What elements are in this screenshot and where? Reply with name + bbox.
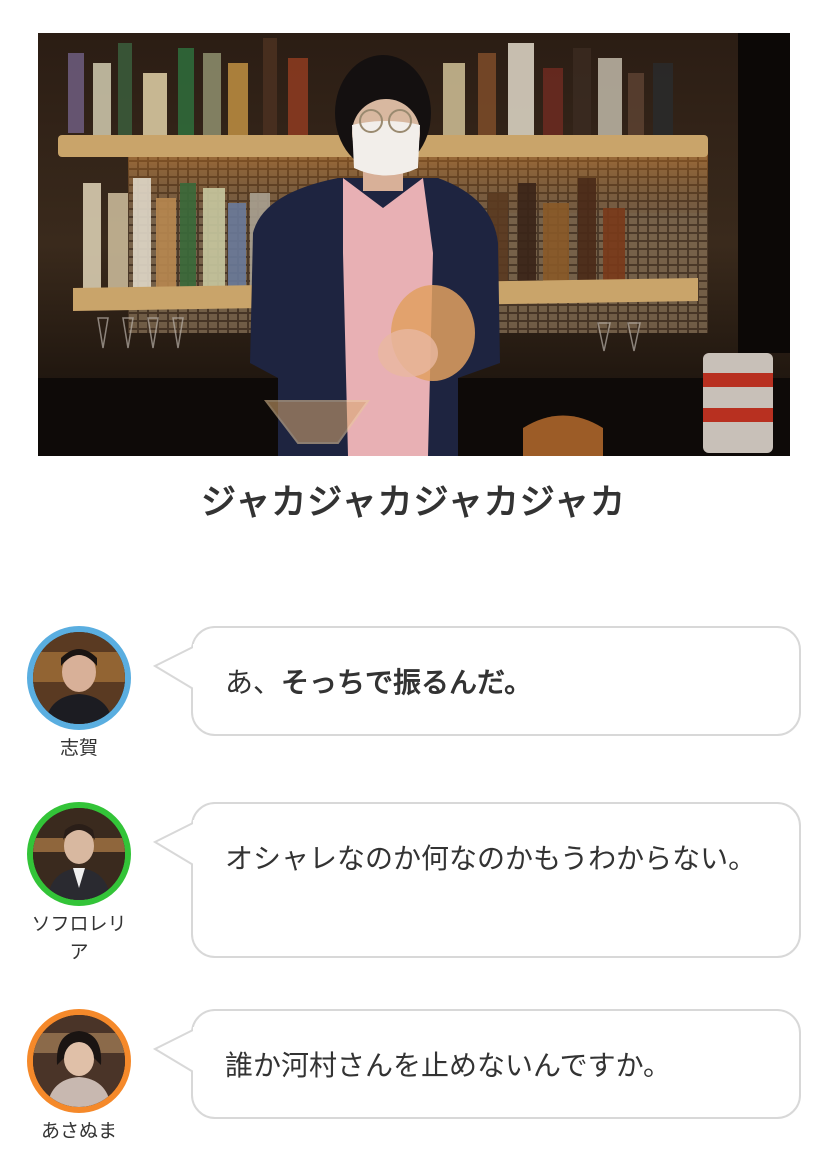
article-photo	[38, 33, 790, 456]
speaker-name: ソフロレリア	[31, 913, 127, 963]
message-text-bold: そっちで振るんだ。	[281, 666, 533, 699]
speech-bubble: オシャレなのか何なのかもうわからない。	[153, 802, 801, 958]
speaker-block: あさぬま	[26, 1009, 132, 1145]
message-text: 誰か河村さんを止めないんですか。	[225, 1049, 672, 1082]
photo-caption: ジャカジャカジャカジャカ	[200, 483, 626, 523]
avatar	[27, 802, 131, 906]
speech-bubble: 誰か河村さんを止めないんですか。	[153, 1009, 801, 1119]
speaker-block: 志賀	[26, 626, 132, 762]
message-text: あ、	[225, 666, 282, 699]
message-text: オシャレなのか何なのかもうわからない。	[225, 842, 757, 875]
avatar-image	[33, 808, 125, 900]
speech-bubble: あ、そっちで振るんだ。	[153, 626, 801, 736]
bubble-tail	[153, 820, 197, 872]
speaker-block: ソフロレリア	[26, 802, 132, 966]
bubble-tail	[153, 644, 197, 696]
avatar-image	[33, 1015, 125, 1107]
speaker-name: あさぬま	[40, 1120, 117, 1142]
avatar	[27, 626, 131, 730]
avatar-image	[33, 632, 125, 724]
bar-scene-image	[38, 33, 790, 456]
bubble-tail	[153, 1027, 197, 1079]
avatar	[27, 1009, 131, 1113]
speaker-name: 志賀	[59, 737, 98, 759]
